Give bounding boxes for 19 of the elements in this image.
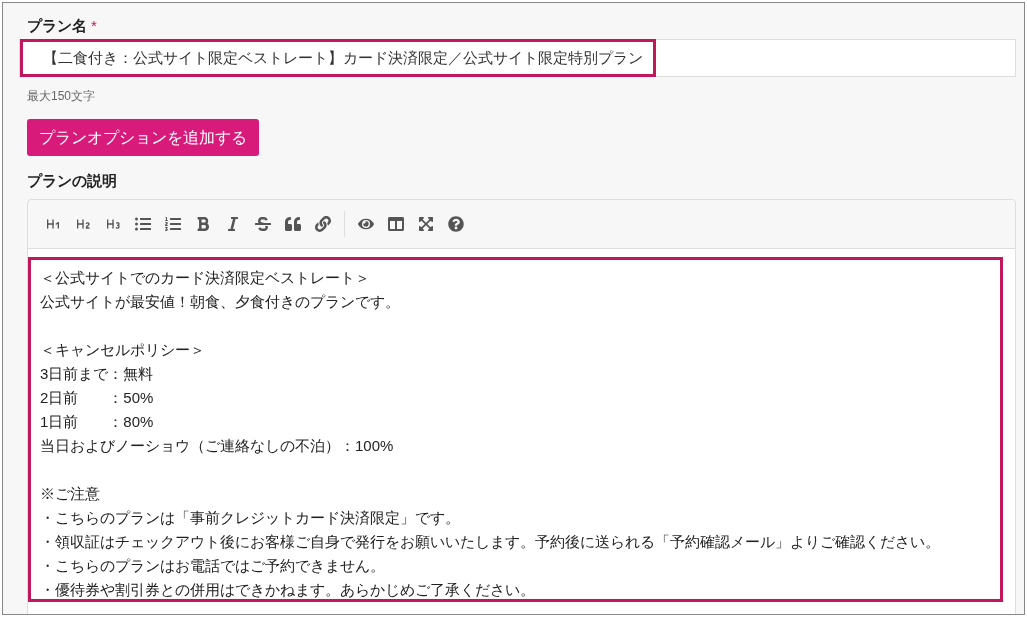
field-hint: 最大150文字	[27, 88, 96, 105]
text-line: 当日およびノーショウ（ご連絡なしの不泊）：100%	[40, 435, 394, 456]
text-line: ・こちらのプランはお電話ではご予約できません。	[40, 555, 385, 576]
field-value: 【二食付き：公式サイト限定ベストレート】カード決済限定／公式サイト限定特別プラン	[20, 39, 656, 77]
required-mark: *	[91, 16, 97, 36]
text-line: ・優待券や割引券との併用はできかねます。あらかじめご了承ください。	[40, 579, 535, 600]
text-line: ＜キャンセルポリシー＞	[40, 339, 205, 360]
text-line: ・領収証はチェックアウト後にお客様ご自身で発行をお願いいたします。予約後に送られる「予約確認メール」よりご確認ください。	[40, 531, 940, 552]
text-line: ・こちらのプランは「事前クレジットカード決済限定」です。	[40, 507, 460, 528]
field-label: プラン名	[27, 16, 87, 36]
text-line: 1日前 ：80%	[40, 411, 154, 432]
text-line: ※ご注意	[40, 483, 100, 504]
text-line: 公式サイトが最安値！朝食、夕食付きのプランです。	[40, 291, 400, 312]
plan-name-field[interactable]: 【二食付き：公式サイト限定ベストレート】カード決済限定／公式サイト限定特別プラン	[19, 39, 1016, 77]
text-line: 2日前 ：50%	[40, 387, 154, 408]
text-line: 3日前まで：無料	[40, 363, 154, 384]
add-option-button[interactable]: プランオプションを追加する	[27, 119, 259, 156]
text-line: ＜公式サイトでのカード決済限定ベストレート＞	[40, 267, 370, 288]
field-label: プランの説明	[27, 171, 117, 191]
